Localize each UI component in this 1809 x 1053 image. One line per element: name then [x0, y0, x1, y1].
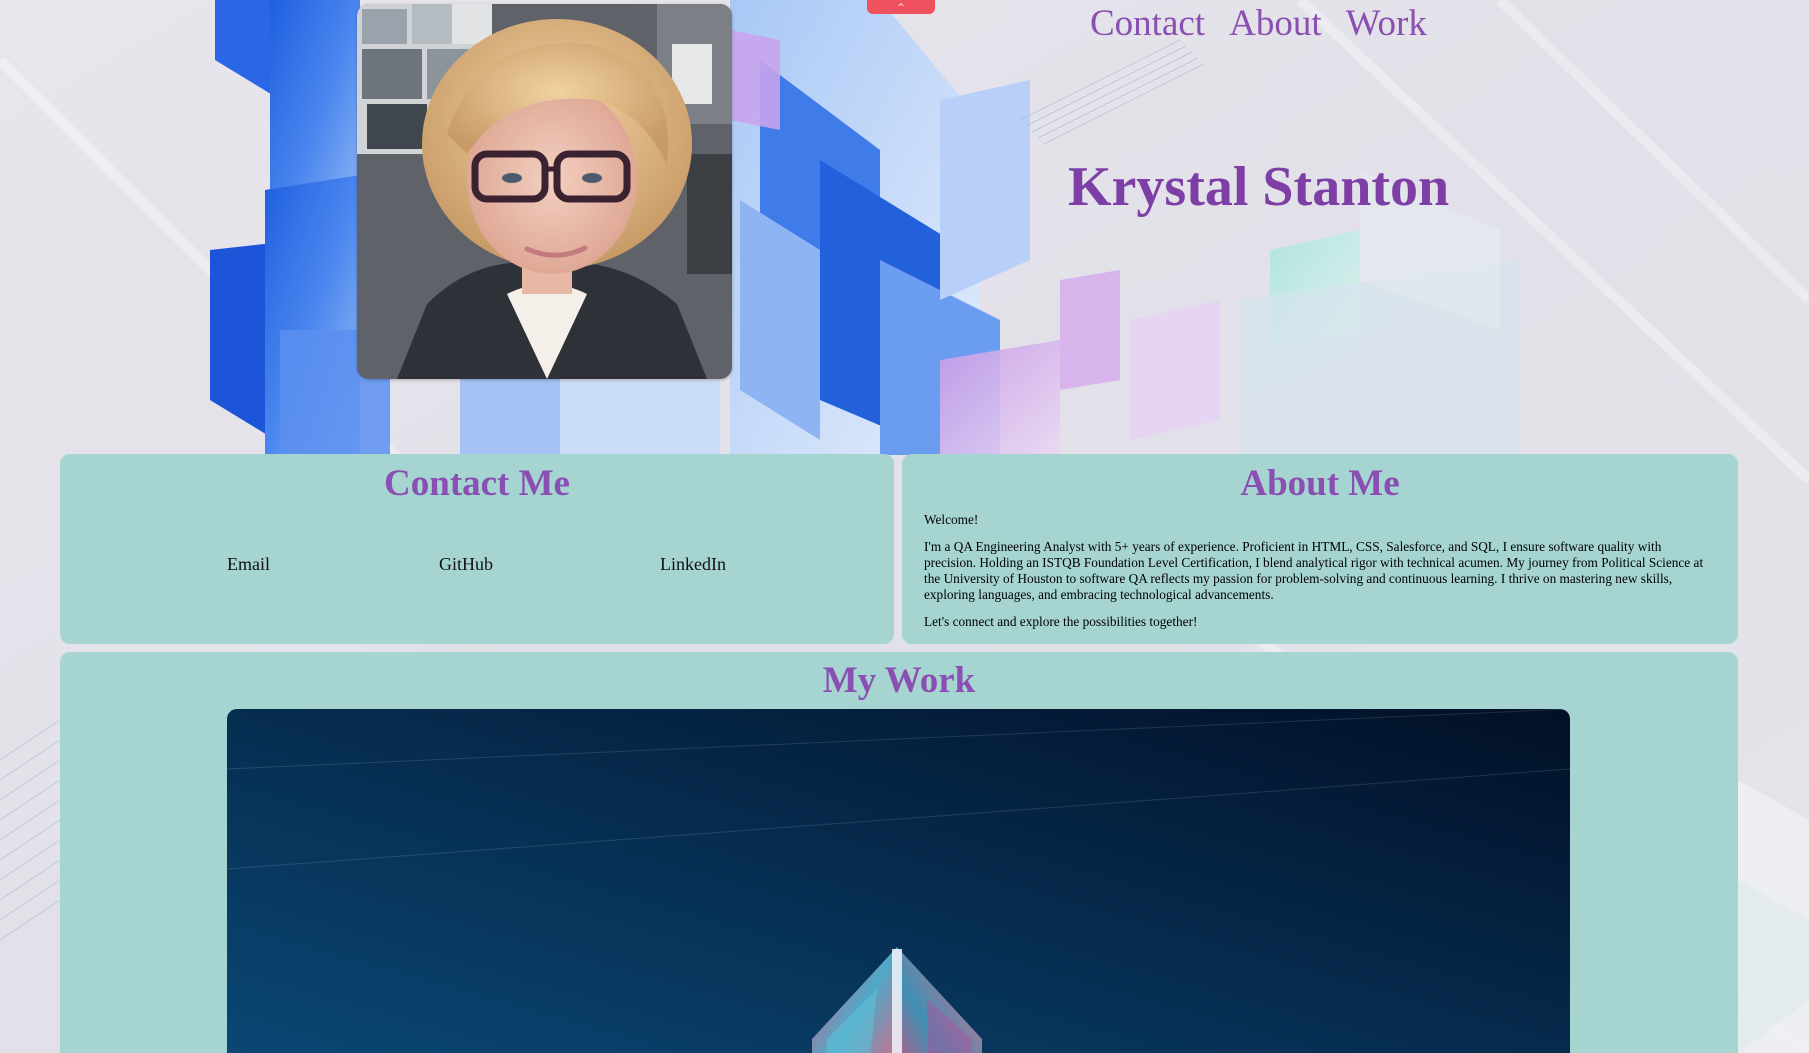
nav-link-contact[interactable]: Contact [1090, 2, 1205, 45]
about-heading: About Me [1240, 463, 1400, 504]
work-project-image[interactable] [227, 709, 1570, 1053]
about-bio: I'm a QA Engineering Analyst with 5+ yea… [924, 539, 1704, 602]
scroll-top-tab[interactable]: ^ [867, 0, 935, 14]
main-nav: Contact About Work [1090, 2, 1427, 45]
linkedin-link[interactable]: LinkedIn [660, 554, 726, 575]
site-title: Krystal Stanton [1068, 156, 1450, 218]
about-body: Welcome! I'm a QA Engineering Analyst wi… [924, 512, 1714, 641]
work-panel: My Work [60, 652, 1738, 1053]
about-welcome: Welcome! [924, 512, 979, 527]
work-heading: My Work [822, 660, 976, 701]
contact-panel: Contact Me Email GitHub LinkedIn [60, 454, 894, 644]
contact-heading: Contact Me [384, 463, 570, 504]
caret-up-icon: ^ [897, 2, 905, 13]
about-panel: About Me Welcome! I'm a QA Engineering A… [902, 454, 1738, 644]
nav-link-about[interactable]: About [1229, 2, 1322, 45]
github-link[interactable]: GitHub [439, 554, 493, 575]
about-cta: Let's connect and explore the possibilit… [924, 614, 1198, 629]
profile-photo [357, 4, 732, 379]
email-link[interactable]: Email [227, 554, 270, 575]
nav-link-work[interactable]: Work [1346, 2, 1427, 45]
